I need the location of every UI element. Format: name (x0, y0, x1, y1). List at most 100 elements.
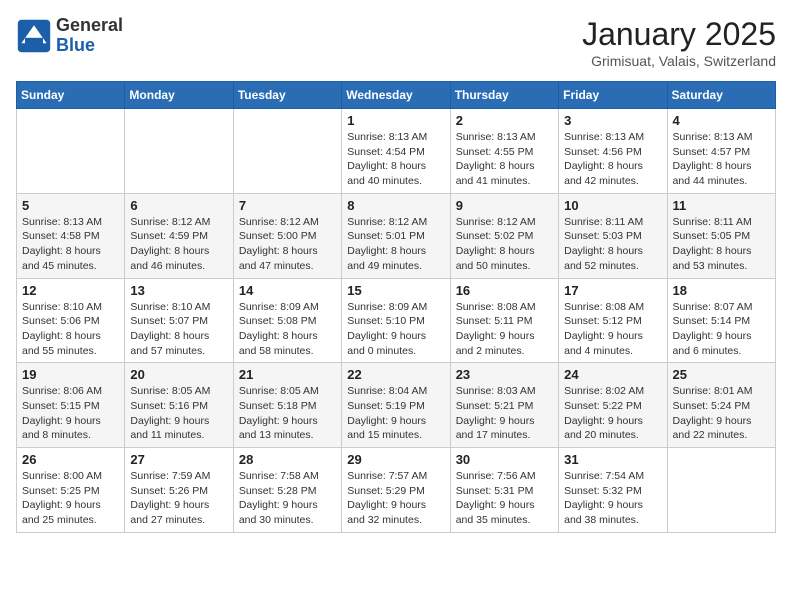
day-number: 11 (673, 198, 770, 213)
day-info: Sunrise: 8:08 AM Sunset: 5:11 PM Dayligh… (456, 300, 553, 359)
day-of-week-monday: Monday (125, 82, 233, 109)
day-info: Sunrise: 8:13 AM Sunset: 4:54 PM Dayligh… (347, 130, 444, 189)
calendar-cell: 20 Sunrise: 8:05 AM Sunset: 5:16 PM Dayli… (125, 363, 233, 448)
day-number: 5 (22, 198, 119, 213)
day-info: Sunrise: 7:58 AM Sunset: 5:28 PM Dayligh… (239, 469, 336, 528)
day-info: Sunrise: 8:06 AM Sunset: 5:15 PM Dayligh… (22, 384, 119, 443)
calendar-cell: 17Sunrise: 8:08 AM Sunset: 5:12 PM Dayli… (559, 278, 667, 363)
calendar-cell: 31 Sunrise: 7:54 AM Sunset: 5:32 PM Dayli… (559, 448, 667, 533)
day-number: 25 (673, 367, 770, 382)
day-of-week-saturday: Saturday (667, 82, 775, 109)
calendar-cell: 16 Sunrise: 8:08 AM Sunset: 5:11 PM Dayli… (450, 278, 558, 363)
calendar-cell: 6Sunrise: 8:12 AM Sunset: 4:59 PM Daylig… (125, 193, 233, 278)
day-number: 15 (347, 283, 444, 298)
day-info: Sunrise: 8:09 AM Sunset: 5:08 PM Dayligh… (239, 300, 336, 359)
day-number: 24 (564, 367, 661, 382)
day-number: 2 (456, 113, 553, 128)
day-info: Sunrise: 7:59 AM Sunset: 5:26 PM Dayligh… (130, 469, 227, 528)
day-info: Sunrise: 8:08 AM Sunset: 5:12 PM Dayligh… (564, 300, 661, 359)
calendar-cell: 26 Sunrise: 8:00 AM Sunset: 5:25 PM Dayli… (17, 448, 125, 533)
calendar-cell (233, 109, 341, 194)
logo-icon (16, 18, 52, 54)
day-info: Sunrise: 8:01 AM Sunset: 5:24 PM Dayligh… (673, 384, 770, 443)
calendar-cell: 19 Sunrise: 8:06 AM Sunset: 5:15 PM Dayli… (17, 363, 125, 448)
day-info: Sunrise: 8:00 AM Sunset: 5:25 PM Dayligh… (22, 469, 119, 528)
day-number: 21 (239, 367, 336, 382)
calendar-cell: 14 Sunrise: 8:09 AM Sunset: 5:08 PM Dayli… (233, 278, 341, 363)
calendar-cell: 13Sunrise: 8:10 AM Sunset: 5:07 PM Dayli… (125, 278, 233, 363)
day-number: 14 (239, 283, 336, 298)
day-number: 26 (22, 452, 119, 467)
calendar-cell: 9 Sunrise: 8:12 AM Sunset: 5:02 PM Daylig… (450, 193, 558, 278)
logo-text: General Blue (56, 16, 123, 56)
calendar-cell: 5Sunrise: 8:13 AM Sunset: 4:58 PM Daylig… (17, 193, 125, 278)
calendar-cell: 21Sunrise: 8:05 AM Sunset: 5:18 PM Dayli… (233, 363, 341, 448)
logo-blue: Blue (56, 36, 123, 56)
day-of-week-tuesday: Tuesday (233, 82, 341, 109)
logo: General Blue (16, 16, 123, 56)
day-number: 27 (130, 452, 227, 467)
day-number: 29 (347, 452, 444, 467)
calendar-cell: 4 Sunrise: 8:13 AM Sunset: 4:57 PM Daylig… (667, 109, 775, 194)
calendar-cell (667, 448, 775, 533)
calendar-cell (17, 109, 125, 194)
day-info: Sunrise: 8:09 AM Sunset: 5:10 PM Dayligh… (347, 300, 444, 359)
week-row-2: 5Sunrise: 8:13 AM Sunset: 4:58 PM Daylig… (17, 193, 776, 278)
day-info: Sunrise: 7:57 AM Sunset: 5:29 PM Dayligh… (347, 469, 444, 528)
calendar-cell: 12Sunrise: 8:10 AM Sunset: 5:06 PM Dayli… (17, 278, 125, 363)
calendar: SundayMondayTuesdayWednesdayThursdayFrid… (16, 81, 776, 533)
page-header: General Blue January 2025 Grimisuat, Val… (16, 16, 776, 69)
calendar-cell: 29 Sunrise: 7:57 AM Sunset: 5:29 PM Dayli… (342, 448, 450, 533)
day-info: Sunrise: 8:13 AM Sunset: 4:57 PM Dayligh… (673, 130, 770, 189)
day-of-week-thursday: Thursday (450, 82, 558, 109)
day-info: Sunrise: 8:12 AM Sunset: 5:01 PM Dayligh… (347, 215, 444, 274)
day-of-week-sunday: Sunday (17, 82, 125, 109)
calendar-cell: 15 Sunrise: 8:09 AM Sunset: 5:10 PM Dayli… (342, 278, 450, 363)
day-number: 31 (564, 452, 661, 467)
day-of-week-friday: Friday (559, 82, 667, 109)
calendar-body: 1 Sunrise: 8:13 AM Sunset: 4:54 PM Daylig… (17, 109, 776, 533)
day-of-week-wednesday: Wednesday (342, 82, 450, 109)
day-number: 22 (347, 367, 444, 382)
day-info: Sunrise: 8:05 AM Sunset: 5:16 PM Dayligh… (130, 384, 227, 443)
day-info: Sunrise: 8:04 AM Sunset: 5:19 PM Dayligh… (347, 384, 444, 443)
day-info: Sunrise: 8:10 AM Sunset: 5:07 PM Dayligh… (130, 300, 227, 359)
day-info: Sunrise: 8:07 AM Sunset: 5:14 PM Dayligh… (673, 300, 770, 359)
calendar-cell: 28Sunrise: 7:58 AM Sunset: 5:28 PM Dayli… (233, 448, 341, 533)
day-number: 8 (347, 198, 444, 213)
day-number: 4 (673, 113, 770, 128)
day-info: Sunrise: 8:12 AM Sunset: 4:59 PM Dayligh… (130, 215, 227, 274)
calendar-cell: 18Sunrise: 8:07 AM Sunset: 5:14 PM Dayli… (667, 278, 775, 363)
day-info: Sunrise: 8:13 AM Sunset: 4:56 PM Dayligh… (564, 130, 661, 189)
location: Grimisuat, Valais, Switzerland (582, 53, 776, 69)
day-number: 19 (22, 367, 119, 382)
day-number: 30 (456, 452, 553, 467)
calendar-cell: 24 Sunrise: 8:02 AM Sunset: 5:22 PM Dayli… (559, 363, 667, 448)
day-number: 20 (130, 367, 227, 382)
week-row-1: 1 Sunrise: 8:13 AM Sunset: 4:54 PM Daylig… (17, 109, 776, 194)
day-info: Sunrise: 8:12 AM Sunset: 5:02 PM Dayligh… (456, 215, 553, 274)
day-info: Sunrise: 8:11 AM Sunset: 5:03 PM Dayligh… (564, 215, 661, 274)
day-number: 12 (22, 283, 119, 298)
calendar-cell: 25 Sunrise: 8:01 AM Sunset: 5:24 PM Dayli… (667, 363, 775, 448)
day-info: Sunrise: 7:54 AM Sunset: 5:32 PM Dayligh… (564, 469, 661, 528)
calendar-cell (125, 109, 233, 194)
day-number: 10 (564, 198, 661, 213)
day-number: 16 (456, 283, 553, 298)
calendar-cell: 10 Sunrise: 8:11 AM Sunset: 5:03 PM Dayli… (559, 193, 667, 278)
day-info: Sunrise: 8:02 AM Sunset: 5:22 PM Dayligh… (564, 384, 661, 443)
logo-general: General (56, 16, 123, 36)
day-info: Sunrise: 8:13 AM Sunset: 4:55 PM Dayligh… (456, 130, 553, 189)
calendar-cell: 8 Sunrise: 8:12 AM Sunset: 5:01 PM Daylig… (342, 193, 450, 278)
calendar-cell: 3 Sunrise: 8:13 AM Sunset: 4:56 PM Daylig… (559, 109, 667, 194)
day-info: Sunrise: 8:12 AM Sunset: 5:00 PM Dayligh… (239, 215, 336, 274)
day-number: 9 (456, 198, 553, 213)
calendar-cell: 23Sunrise: 8:03 AM Sunset: 5:21 PM Dayli… (450, 363, 558, 448)
day-info: Sunrise: 8:11 AM Sunset: 5:05 PM Dayligh… (673, 215, 770, 274)
day-number: 3 (564, 113, 661, 128)
day-info: Sunrise: 8:03 AM Sunset: 5:21 PM Dayligh… (456, 384, 553, 443)
day-number: 1 (347, 113, 444, 128)
calendar-cell: 2 Sunrise: 8:13 AM Sunset: 4:55 PM Daylig… (450, 109, 558, 194)
title-block: January 2025 Grimisuat, Valais, Switzerl… (582, 16, 776, 69)
calendar-cell: 7Sunrise: 8:12 AM Sunset: 5:00 PM Daylig… (233, 193, 341, 278)
